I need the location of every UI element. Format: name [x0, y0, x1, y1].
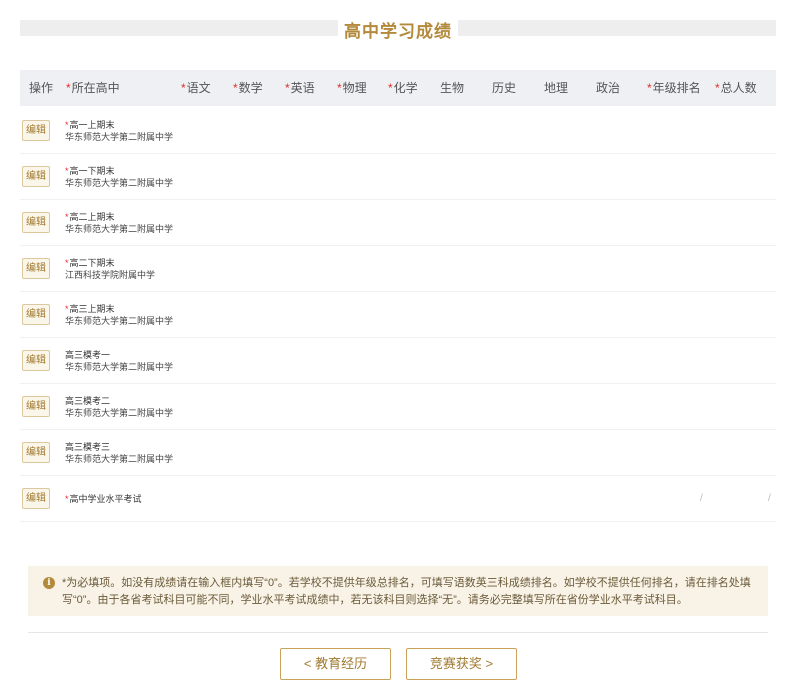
- term-label: *高二下期末: [65, 258, 115, 268]
- term-label: *高中学业水平考试: [65, 494, 142, 504]
- th-action: 操作: [29, 81, 54, 95]
- table-row: 编辑 *高二下期末 江西科技学院附属中学: [20, 246, 776, 292]
- header-bar-right: [458, 20, 776, 36]
- score-table-body: 编辑 *高一上期末 华东师范大学第二附属中学 编辑 *高一下期末 华东师范大学第…: [20, 108, 776, 522]
- table-header: 操作 *所在高中 *语文 *数学 *英语 *物理 *化学 生物 历史 地理 政治…: [20, 70, 776, 106]
- edit-button[interactable]: 编辑: [22, 442, 50, 463]
- school-name: 华东师范大学第二附属中学: [65, 316, 174, 326]
- edit-button[interactable]: 编辑: [22, 120, 50, 141]
- edit-button[interactable]: 编辑: [22, 350, 50, 371]
- term-label: 高三模考一: [65, 350, 111, 360]
- th-history: 历史: [492, 81, 517, 95]
- total-value: /: [768, 493, 771, 504]
- th-english: *英语: [285, 81, 315, 95]
- edit-button[interactable]: 编辑: [22, 488, 50, 509]
- th-school: *所在高中: [66, 81, 120, 95]
- notice-box: i *为必填项。如没有成绩请在输入框内填写“0”。若学校不提供年级总排名，可填写…: [28, 566, 768, 616]
- edit-button[interactable]: 编辑: [22, 212, 50, 233]
- term-label: *高二上期末: [65, 212, 115, 222]
- section-title: 高中学习成绩: [344, 22, 452, 41]
- edit-button[interactable]: 编辑: [22, 304, 50, 325]
- th-chinese: *语文: [181, 81, 211, 95]
- table-row: 编辑 高三模考一 华东师范大学第二附属中学: [20, 338, 776, 384]
- edit-button[interactable]: 编辑: [22, 166, 50, 187]
- grade-rank-value: /: [700, 493, 703, 504]
- term-label: 高三模考三: [65, 442, 111, 452]
- th-total: *总人数: [715, 81, 757, 95]
- header-bar-left: [20, 20, 338, 36]
- prev-step-button[interactable]: < 教育经历: [280, 648, 391, 680]
- table-row: 编辑 *高中学业水平考试 / /: [20, 476, 776, 522]
- school-name: 华东师范大学第二附属中学: [65, 362, 174, 372]
- school-name: 华东师范大学第二附属中学: [65, 224, 174, 234]
- term-label: *高一上期末: [65, 120, 115, 130]
- term-label: *高三上期末: [65, 304, 115, 314]
- table-row: 编辑 *高一上期末 华东师范大学第二附属中学: [20, 108, 776, 154]
- next-step-button[interactable]: 竞赛获奖 >: [406, 648, 517, 680]
- th-politics: 政治: [596, 81, 621, 95]
- term-label: *高一下期末: [65, 166, 115, 176]
- table-row: 编辑 *高二上期末 华东师范大学第二附属中学: [20, 200, 776, 246]
- th-geography: 地理: [544, 81, 569, 95]
- school-name: 华东师范大学第二附属中学: [65, 454, 174, 464]
- term-label: 高三模考二: [65, 396, 111, 406]
- school-name: 华东师范大学第二附属中学: [65, 408, 174, 418]
- school-name: 江西科技学院附属中学: [65, 270, 156, 280]
- edit-button[interactable]: 编辑: [22, 258, 50, 279]
- notice-text: *为必填项。如没有成绩请在输入框内填写“0”。若学校不提供年级总排名，可填写语数…: [62, 577, 751, 606]
- table-row: 编辑 高三模考二 华东师范大学第二附属中学: [20, 384, 776, 430]
- edit-button[interactable]: 编辑: [22, 396, 50, 417]
- th-biology: 生物: [440, 81, 465, 95]
- table-row: 编辑 *高一下期末 华东师范大学第二附属中学: [20, 154, 776, 200]
- school-name: 华东师范大学第二附属中学: [65, 132, 174, 142]
- table-row: 编辑 *高三上期末 华东师范大学第二附属中学: [20, 292, 776, 338]
- th-chemistry: *化学: [388, 81, 418, 95]
- th-math: *数学: [233, 81, 263, 95]
- info-icon: i: [43, 577, 55, 589]
- divider: [28, 632, 768, 633]
- th-grade-rank: *年级排名: [647, 81, 701, 95]
- section-header: 高中学习成绩: [20, 14, 776, 44]
- th-physics: *物理: [337, 81, 367, 95]
- table-row: 编辑 高三模考三 华东师范大学第二附属中学: [20, 430, 776, 476]
- school-name: 华东师范大学第二附属中学: [65, 178, 174, 188]
